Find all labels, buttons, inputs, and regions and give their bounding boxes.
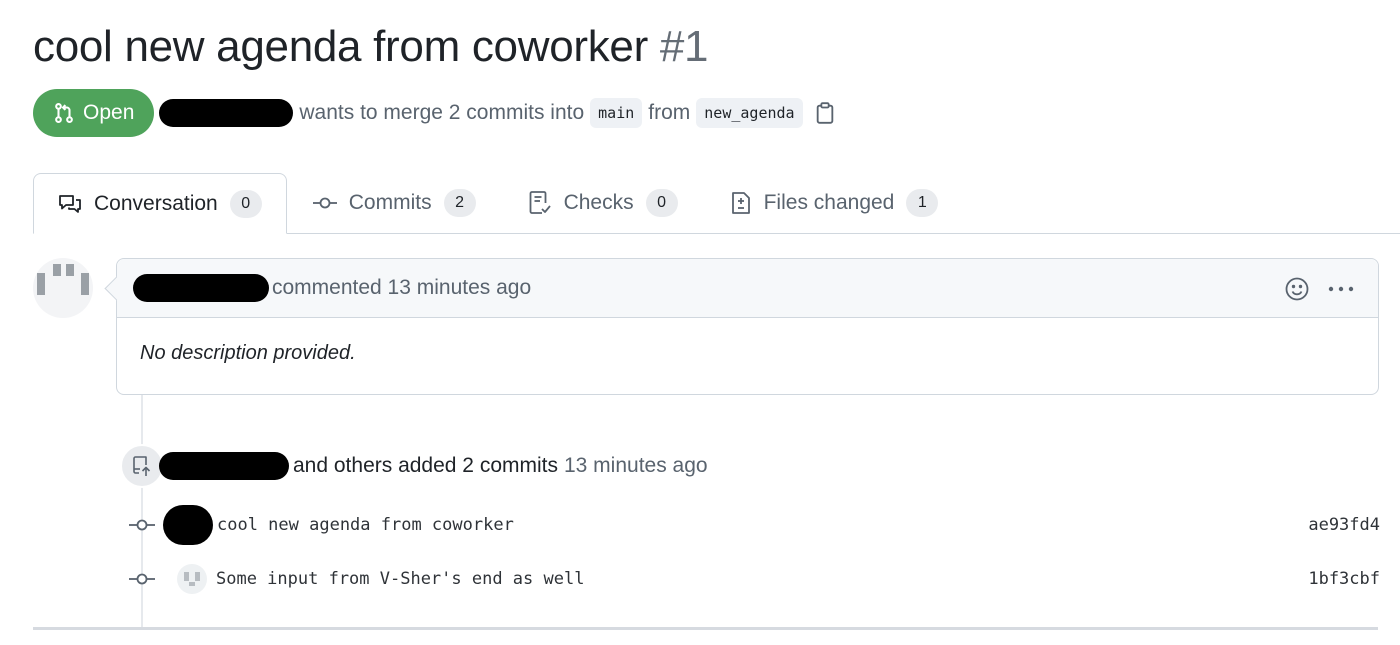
pr-number: #1 <box>659 22 709 71</box>
push-time[interactable]: 13 minutes ago <box>564 454 708 478</box>
list-item: Some input from V-Sher's end as well 1bf… <box>129 559 1380 599</box>
merge-text: wants to merge 2 commits into <box>299 101 585 124</box>
git-commit-icon <box>312 196 337 210</box>
git-commit-icon <box>129 572 155 586</box>
tab-label: Conversation <box>94 191 218 215</box>
tab-commits[interactable]: Commits 2 <box>287 173 502 233</box>
comment-actions <box>1266 259 1354 318</box>
author-redacted[interactable] <box>159 99 294 127</box>
comment-discussion-icon <box>58 193 82 215</box>
divider <box>33 627 1378 630</box>
tab-label: Checks <box>563 191 634 214</box>
commit-message[interactable]: cool new agenda from coworker <box>217 515 514 535</box>
commit-sha[interactable]: 1bf3cbf <box>1308 569 1380 589</box>
git-pull-request-icon <box>55 103 73 123</box>
pr-title-text: cool new agenda from coworker <box>33 22 648 71</box>
state-badge: Open <box>33 89 155 137</box>
comment-header: commented 13 minutes ago <box>117 259 1378 318</box>
tab-counter: 1 <box>906 189 939 217</box>
from-text: from <box>648 101 691 124</box>
copy-icon[interactable] <box>815 102 835 124</box>
tab-counter: 2 <box>443 189 476 217</box>
list-item: cool new agenda from coworker ae93fd4 <box>129 505 1380 545</box>
pr-tabs: Conversation 0 Commits 2 Checks 0 Files … <box>33 173 1400 234</box>
kebab-menu-icon[interactable] <box>1328 285 1354 293</box>
avatar[interactable] <box>33 258 93 318</box>
base-branch[interactable]: main <box>590 98 643 128</box>
git-commit-icon <box>129 518 155 532</box>
smiley-icon[interactable] <box>1284 276 1310 302</box>
tab-conversation[interactable]: Conversation 0 <box>33 173 287 234</box>
pr-meta: Open wants to merge 2 commits into main … <box>33 89 835 137</box>
checklist-icon <box>528 190 552 216</box>
pr-title: cool new agenda from coworker #1 <box>33 22 709 72</box>
comment-action[interactable]: commented 13 minutes ago <box>272 276 531 300</box>
tab-files-changed[interactable]: Files changed 1 <box>704 173 965 233</box>
commit-sha[interactable]: ae93fd4 <box>1308 515 1380 535</box>
tab-checks[interactable]: Checks 0 <box>502 173 704 233</box>
file-diff-icon <box>730 190 752 216</box>
comment-box: commented 13 minutes ago No description … <box>116 258 1379 395</box>
tab-counter: 0 <box>229 189 262 218</box>
state-label: Open <box>83 101 135 124</box>
comment-body: No description provided. <box>140 342 356 364</box>
pusher-redacted[interactable] <box>159 452 289 480</box>
commenter-redacted[interactable] <box>133 274 269 302</box>
avatar[interactable] <box>163 505 213 545</box>
avatar[interactable] <box>177 564 207 594</box>
head-branch[interactable]: new_agenda <box>696 98 803 128</box>
tab-counter: 0 <box>645 189 678 217</box>
push-event: and others added 2 commits 13 minutes ag… <box>120 444 708 488</box>
repo-push-icon <box>120 444 164 488</box>
push-text: and others added 2 commits <box>293 454 558 477</box>
tab-label: Files changed <box>763 191 895 214</box>
commit-message[interactable]: Some input from V-Sher's end as well <box>216 569 584 589</box>
tab-label: Commits <box>348 191 432 214</box>
